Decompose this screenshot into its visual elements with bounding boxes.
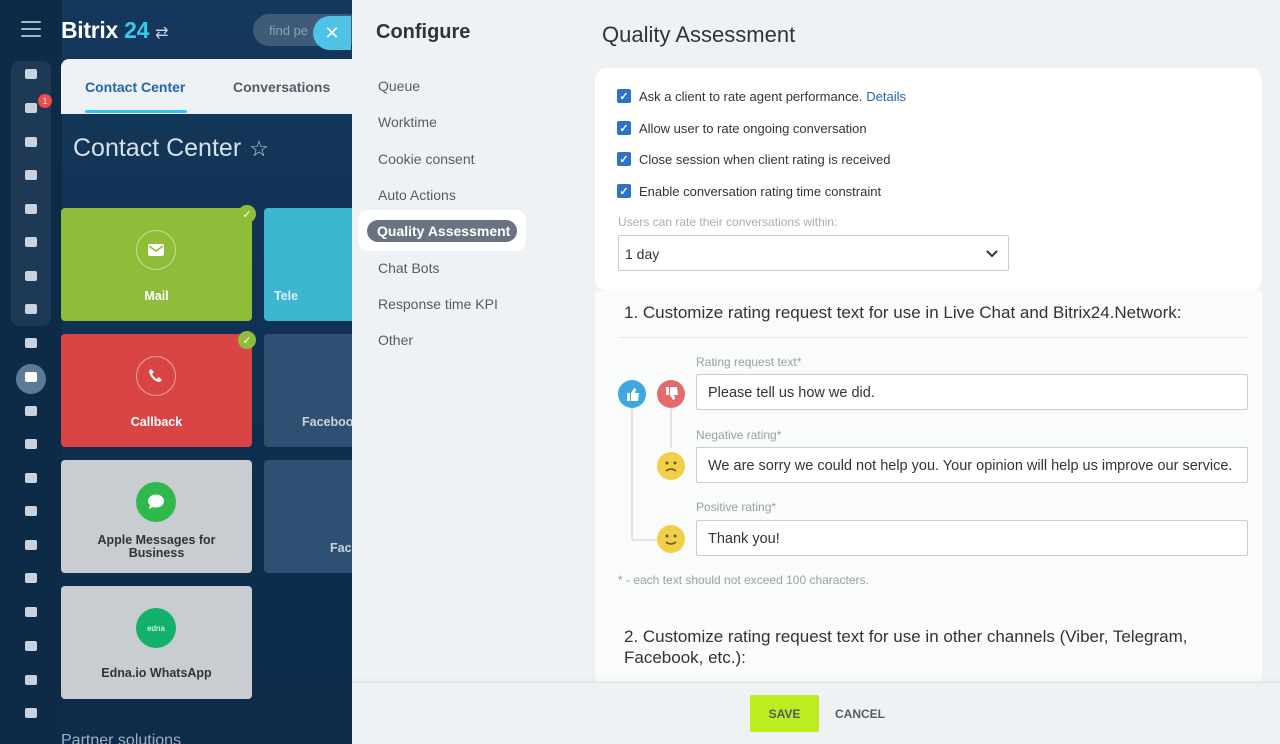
field-label: Positive rating*	[696, 500, 777, 514]
chat-icon[interactable]	[21, 132, 41, 152]
negative-rating-input[interactable]: We are sorry we could not help you. Your…	[696, 447, 1248, 483]
rating-time-select[interactable]: 1 day	[618, 235, 1009, 271]
section2-heading: 2. Customize rating request text for use…	[624, 627, 1188, 667]
notification-badge: 1	[38, 94, 52, 108]
phone-icon	[136, 356, 176, 396]
checkbox-label: Allow user to rate ongoing conversation	[639, 121, 867, 136]
field-label: Negative rating*	[696, 428, 782, 442]
mail-icon[interactable]	[21, 266, 41, 286]
grid-icon[interactable]	[21, 64, 41, 84]
calendar-icon[interactable]	[21, 165, 41, 185]
thumbs-up-icon	[618, 380, 646, 408]
target-icon[interactable]	[21, 434, 41, 454]
close-icon[interactable]: ✕	[313, 16, 351, 50]
checkbox-label: Close session when client rating is rece…	[639, 152, 891, 167]
configure-panel	[352, 0, 594, 744]
field-label: Rating request text*	[696, 355, 802, 369]
logo-settings-icon[interactable]: ⇄	[155, 25, 168, 42]
edna-logo-icon: edna	[136, 608, 176, 648]
thumbs-down-icon	[657, 380, 685, 408]
chevron-down-icon	[986, 250, 998, 258]
employees-icon[interactable]	[21, 602, 41, 622]
save-button[interactable]: SAVE	[750, 695, 819, 732]
divider	[618, 337, 1248, 338]
docs-icon[interactable]	[21, 199, 41, 219]
page-title: Contact Center ☆	[73, 134, 269, 163]
menu-item-other[interactable]: Other	[378, 332, 413, 348]
character-limit-note: * - each text should not exceed 100 char…	[618, 573, 869, 587]
tab-conversations[interactable]: Conversations	[233, 79, 330, 95]
checkbox-label: Enable conversation rating time constrai…	[639, 184, 882, 199]
menu-icon[interactable]	[21, 21, 41, 37]
menu-item-worktime[interactable]: Worktime	[378, 114, 437, 130]
menu-item-auto-actions[interactable]: Auto Actions	[378, 187, 456, 203]
menu-item-queue[interactable]: Queue	[378, 78, 420, 94]
crm-filter-icon[interactable]	[21, 367, 41, 387]
checkbox-rate-ongoing[interactable]: ✓	[617, 121, 631, 135]
rating-request-text-input[interactable]: Please tell us how we did.	[696, 374, 1248, 410]
page-title-text: Contact Center	[73, 134, 242, 162]
tile-telegram[interactable]: Tele	[264, 208, 364, 321]
menu-item-cookie-consent[interactable]: Cookie consent	[378, 151, 475, 167]
sad-face-icon	[657, 452, 685, 480]
tab-active-underline	[85, 110, 187, 113]
tasks-icon[interactable]	[21, 333, 41, 353]
details-link[interactable]: Details	[866, 89, 906, 104]
checkbox-label: Ask a client to rate agent performance. D…	[639, 89, 906, 104]
menu-item-chat-bots[interactable]: Chat Bots	[378, 260, 439, 276]
positive-rating-input[interactable]: Thank you!	[696, 520, 1248, 556]
section1-heading: 1. Customize rating request text for use…	[624, 303, 1182, 322]
tile-facebook[interactable]: Faceboo	[264, 334, 364, 447]
analytics-icon[interactable]	[21, 568, 41, 588]
mail-icon	[136, 230, 176, 270]
store-icon[interactable]	[21, 401, 41, 421]
logo-text: Bitrix	[61, 17, 118, 43]
star-icon[interactable]: ☆	[249, 136, 269, 161]
drive-icon[interactable]	[21, 232, 41, 252]
checkbox-label-text: Ask a client to rate agent performance.	[639, 89, 863, 104]
esign-icon[interactable]	[21, 535, 41, 555]
tab-contact-center[interactable]: Contact Center	[85, 79, 185, 95]
tile-facebook-2[interactable]: Fac	[264, 460, 364, 573]
tile-label: Apple Messages for Business	[97, 533, 216, 560]
tile-callback[interactable]: Callback	[61, 334, 252, 447]
logo-number: 24	[124, 17, 150, 43]
tile-label: Callback	[130, 415, 183, 429]
section-title: Quality Assessment	[602, 22, 796, 47]
groups-icon[interactable]	[21, 299, 41, 319]
more-icon[interactable]	[21, 703, 41, 723]
menu-item-label-active: Quality Assessment	[377, 223, 511, 239]
tile-label: Edna.io WhatsApp	[101, 666, 212, 680]
tile-label: Mail	[144, 289, 169, 303]
configure-title: Configure	[376, 21, 471, 43]
tile-edna-whatsapp[interactable]: edna Edna.io WhatsApp	[61, 586, 252, 699]
connected-check-icon: ✓	[238, 205, 256, 223]
tile-label: Tele	[274, 289, 299, 303]
box-icon[interactable]	[21, 670, 41, 690]
app-logo[interactable]: Bitrix 24 ⇄	[61, 17, 168, 44]
menu-item-response-time-kpi[interactable]: Response time KPI	[378, 296, 498, 312]
partner-solutions-heading: Partner solutions	[61, 732, 182, 744]
robot-icon[interactable]	[21, 636, 41, 656]
sign-icon[interactable]	[21, 501, 41, 521]
tile-apple-messages[interactable]: Apple Messages for Business	[61, 460, 252, 573]
cancel-button[interactable]: CANCEL	[835, 707, 885, 721]
checkbox-rate-agent[interactable]: ✓	[617, 89, 631, 103]
happy-face-icon	[657, 525, 685, 553]
message-bubble-icon	[136, 482, 176, 522]
checkbox-time-constraint[interactable]: ✓	[617, 184, 631, 198]
connected-check-icon: ✓	[238, 331, 256, 349]
checkbox-close-session[interactable]: ✓	[617, 152, 631, 166]
tile-mail[interactable]: Mail	[61, 208, 252, 321]
select-label: Users can rate their conversations withi…	[618, 215, 838, 229]
cart-icon[interactable]	[21, 468, 41, 488]
